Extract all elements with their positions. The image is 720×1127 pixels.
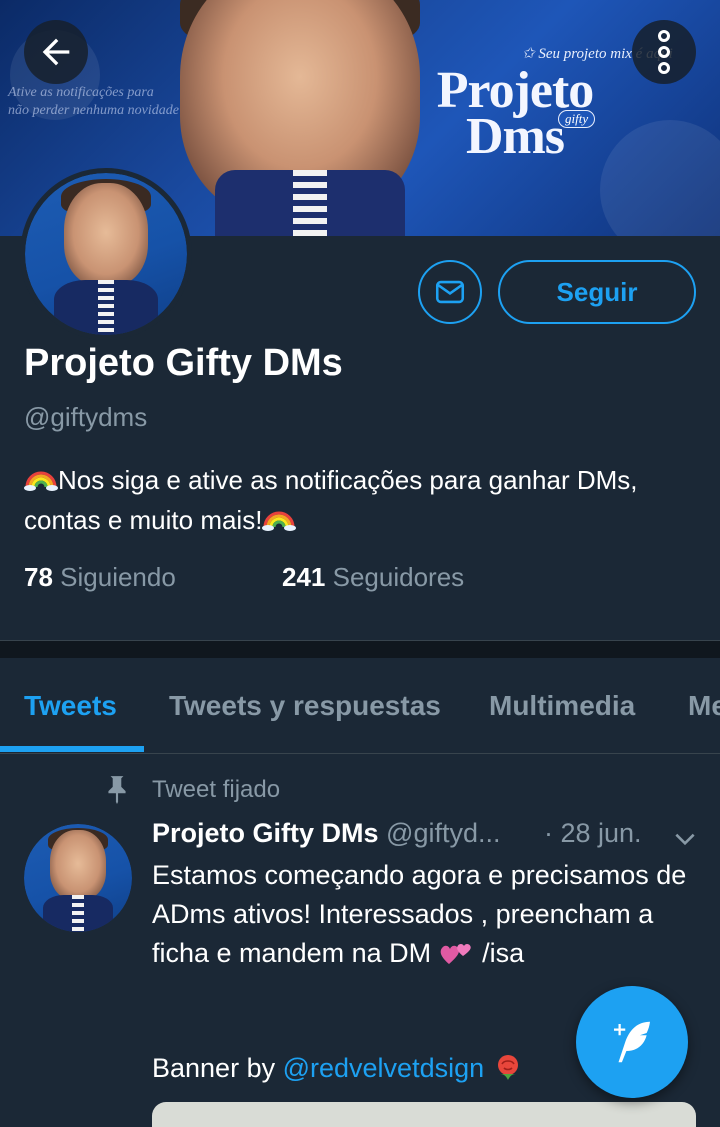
tweet-menu-button[interactable]: [672, 826, 698, 857]
tweet-author[interactable]: Projeto Gifty DMs @giftyd...: [152, 818, 501, 849]
profile-display-name: Projeto Gifty DMs: [24, 342, 343, 384]
banner-photo-jacket: [215, 170, 405, 236]
bio-text: Nos siga e ative as notificações para ga…: [24, 465, 638, 535]
back-button[interactable]: [24, 20, 88, 84]
tweet-author-handle: @giftyd...: [386, 818, 501, 848]
section-divider: [0, 640, 720, 658]
banner-notice-line: Ative as notificações para: [8, 85, 154, 100]
tweet-author-name: Projeto Gifty DMs: [152, 818, 379, 848]
followers-stat[interactable]: 241 Seguidores: [282, 562, 464, 593]
tweet-banner-credit: Banner by @redvelvetdsign: [152, 1052, 524, 1084]
more-vertical-icon: [658, 30, 670, 74]
tweet-author-avatar[interactable]: [24, 824, 132, 932]
mention-link[interactable]: @redvelvetdsign: [283, 1053, 485, 1083]
tweet-body[interactable]: Estamos começando agora e precisamos de …: [152, 856, 692, 973]
pinned-label: Tweet fijado: [152, 776, 281, 803]
compose-feather-icon: [614, 1021, 650, 1063]
rose-emoji-icon: [492, 1053, 524, 1083]
active-tab-indicator: [0, 746, 144, 752]
profile-avatar[interactable]: [20, 168, 192, 340]
tweet-text-suffix: /isa: [482, 938, 525, 968]
tweet-text: Estamos começando agora e precisamos de …: [152, 860, 687, 968]
tweet-date[interactable]: · 28 jun.: [544, 818, 642, 849]
pinned-indicator: [104, 774, 130, 804]
rainbow-emoji-icon: [24, 462, 58, 491]
tab-likes[interactable]: Me: [688, 658, 720, 753]
more-options-button[interactable]: [632, 20, 696, 84]
profile-handle: @giftydms: [24, 402, 148, 432]
following-stat[interactable]: 78 Siguiendo: [24, 562, 176, 593]
banner-credit-prefix: Banner by: [152, 1053, 276, 1083]
hearts-emoji-icon: [439, 938, 483, 968]
avatar-photo: [25, 173, 187, 335]
avatar-photo: [24, 824, 132, 932]
envelope-icon: [435, 280, 465, 304]
chevron-down-icon: [675, 833, 695, 846]
tab-multimedia[interactable]: Multimedia: [489, 658, 635, 753]
tab-tweets-replies[interactable]: Tweets y respuestas: [169, 658, 441, 753]
profile-bio: Nos siga e ative as notificações para ga…: [24, 460, 704, 540]
follow-button[interactable]: Seguir: [498, 260, 696, 324]
arrow-left-icon: [42, 38, 70, 66]
banner-logo: Projeto Dms: [390, 65, 640, 165]
following-count: 78: [24, 562, 53, 592]
tab-tweets[interactable]: Tweets: [24, 658, 117, 753]
rainbow-emoji-icon: [262, 502, 297, 531]
followers-label: Seguidores: [332, 562, 465, 592]
message-button[interactable]: [418, 260, 482, 324]
profile-tabs: Tweets Tweets y respuestas Multimedia Me: [0, 658, 720, 754]
compose-tweet-button[interactable]: [576, 986, 688, 1098]
tweet-media-preview[interactable]: [152, 1102, 696, 1127]
banner-notice-line: não perder nenhuma novidade: [8, 103, 179, 118]
banner-notice: Ative as notificações para não perder ne…: [8, 84, 208, 120]
pin-icon: [108, 776, 126, 804]
followers-count: 241: [282, 562, 326, 592]
banner-logo-sub: gifty: [558, 110, 596, 128]
banner-logo-line: Dms: [465, 108, 565, 165]
following-label: Siguiendo: [60, 562, 176, 592]
